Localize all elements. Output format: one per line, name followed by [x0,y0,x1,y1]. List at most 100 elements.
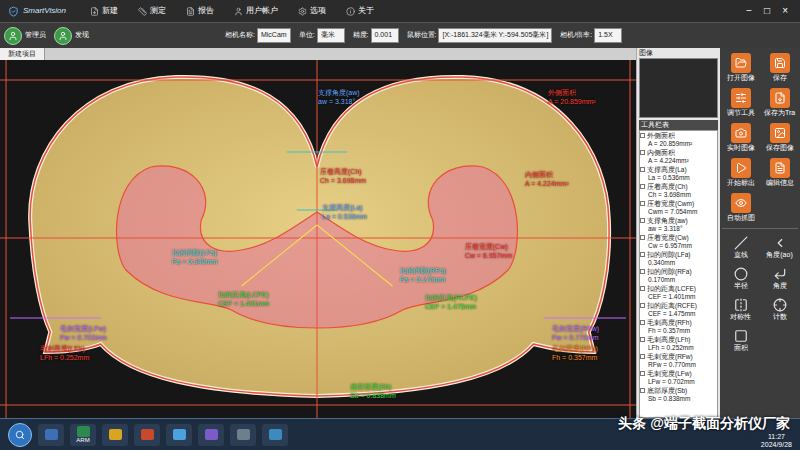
item-checkbox[interactable] [640,303,645,308]
item-checkbox[interactable] [640,167,645,172]
tool-list-item[interactable]: 毛刺宽度(RFw)RFw = 0.770mm [640,352,717,369]
window-control-button[interactable]: □ [764,6,770,16]
item-checkbox[interactable] [640,269,645,274]
measurement-label[interactable]: 支撑角度(aw)aw = 3.318° [318,88,360,106]
tool-list-item[interactable]: 扣的间隙(LFa)0.340mm [640,250,717,267]
action-button[interactable]: 保存 [761,51,798,84]
field-value[interactable]: MicCam [257,28,291,43]
measurement-label[interactable]: 扣的距离(RCFE)CEF = 1.475mm [425,293,477,311]
measurement-label[interactable]: 毛刺宽度(LFw)Fw = 0.702mm [60,324,107,342]
field-value[interactable]: 毫米 [317,28,345,43]
window-control-button[interactable]: × [782,6,788,16]
action-button[interactable]: 实时图像 [722,121,759,154]
tool-list-item[interactable]: 内侧面积A = 4.224mm² [640,148,717,165]
tool-icon [773,267,787,281]
toolbar-field: 相机名称:MicCam [225,28,291,43]
taskbar-app[interactable] [166,424,192,446]
item-checkbox[interactable] [640,337,645,342]
tool-list-item[interactable]: 扣的距离(RCFE)CEF = 1.475mm [640,301,717,318]
measurement-canvas[interactable]: 支撑角度(aw)aw = 3.318° 外侧面积A = 20.859mm² 内侧面积… [0,60,636,418]
measurement-label[interactable]: 外侧面积A = 20.859mm² [548,88,596,106]
item-checkbox[interactable] [640,252,645,257]
measure-tool-button[interactable]: 计数 [761,295,798,324]
measurement-label[interactable]: 扣的距离(LCFE)CEF = 1.401mm [218,290,269,308]
clock: 11:272024/9/28 [761,433,792,450]
taskbar-app[interactable] [230,424,256,446]
tool-list-item[interactable]: 毛刺高度(RFh)Fh = 0.357mm [640,318,717,335]
menu-item[interactable]: 新建 [86,5,122,17]
taskbar-app[interactable] [102,424,128,446]
measurement-label[interactable]: 扣的间隙(LFa)Fa = 0.340mm [172,248,217,266]
action-button[interactable]: 编辑信息 [761,156,798,189]
measure-tool-button[interactable]: 角度(ao) [761,233,798,262]
item-checkbox[interactable] [640,371,645,376]
action-button[interactable]: 开始标出 [722,156,759,189]
tool-list-item[interactable]: 压着高度(Ch)Ch = 3.698mm [640,182,717,199]
action-icon [735,197,747,209]
tool-list-item[interactable]: 扣的间隙(RFa)0.170mm [640,267,717,284]
item-checkbox[interactable] [640,354,645,359]
toolbar-field: 鼠标位置:[X:-1861.324毫米 Y:-594.505毫米] [407,28,553,43]
action-button[interactable]: 自动抓图 [722,191,759,224]
measure-tool-button[interactable]: 直线 [722,233,759,262]
item-checkbox[interactable] [640,133,645,138]
item-checkbox[interactable] [640,286,645,291]
menu-item[interactable]: 测定 [134,5,170,17]
user-icon [8,31,18,41]
measurement-label[interactable]: 支撑高度(La)La = 0.536mm [322,203,367,221]
measurement-label[interactable]: 毛刺宽度(RFw)Fw = 0.770mm [552,324,599,342]
action-button[interactable]: 保存图像 [761,121,798,154]
measure-tool-button[interactable]: 对称性 [722,295,759,324]
measurement-label[interactable]: 内侧面积A = 4.224mm² [525,170,569,188]
item-checkbox[interactable] [640,218,645,223]
field-value[interactable]: 1.5X [594,28,622,43]
action-icon [774,127,786,139]
tool-list-item[interactable]: 支撑角度(aw)aw = 3.318° [640,216,717,233]
tab[interactable]: 新建项目 [0,48,45,60]
measurement-label[interactable]: 底部厚度(Sb)Sb = 0.838mm [350,382,396,400]
measurement-label[interactable]: 毛刺高度(LFh)LFh = 0.252mm [40,344,89,362]
measurement-label[interactable]: 毛刺高度(RFh)Fh = 0.357mm [552,344,598,362]
toolbar-button[interactable]: 管理员 [4,27,46,45]
tool-list-item[interactable]: 毛刺宽度(LFw)LFw = 0.702mm [640,369,717,386]
tool-grid: 直线角度(ao)半径角度对称性计数面积 [722,233,798,355]
menu-item[interactable]: 关于 [342,5,378,17]
taskbar-app[interactable] [38,424,64,446]
action-button[interactable]: 保存为Tra [761,86,798,119]
action-button[interactable]: 调节工具 [722,86,759,119]
item-checkbox[interactable] [640,320,645,325]
item-checkbox[interactable] [640,201,645,206]
toolbar-button[interactable]: 发现 [54,27,89,45]
field-value[interactable]: [X:-1861.324毫米 Y:-594.505毫米] [438,28,552,43]
item-checkbox[interactable] [640,184,645,189]
logo-icon [8,6,19,17]
menu-item[interactable]: 用户帐户 [230,5,282,17]
taskbar-app[interactable]: ARM [70,424,96,446]
tool-list-item[interactable]: 扣的距离(LCFE)CEF = 1.401mm [640,284,717,301]
start-button[interactable] [8,423,32,447]
measure-tool-button[interactable]: 半径 [722,264,759,293]
tool-list-item[interactable]: 支撑高度(La)La = 0.536mm [640,165,717,182]
field-value[interactable]: 0.001 [371,28,399,43]
tool-list-item[interactable]: 毛刺高度(LFh)LFh = 0.252mm [640,335,717,352]
measure-tool-button[interactable]: 面积 [722,326,759,355]
item-checkbox[interactable] [640,388,645,393]
measure-tool-button[interactable]: 角度 [761,264,798,293]
clock-time: 11:27 [768,433,785,441]
menu-item[interactable]: 报告 [182,5,218,17]
measurement-label[interactable]: 压着宽度(Cw)Cw = 6.957mm [465,242,512,260]
item-checkbox[interactable] [640,235,645,240]
window-control-button[interactable]: − [746,6,752,16]
taskbar-app[interactable] [134,424,160,446]
measurement-label[interactable]: 扣的间隙(RFa)Fa = 0.170mm [400,266,446,284]
tool-list-item[interactable]: 外侧面积A = 20.859mm² [640,131,717,148]
tool-list-item[interactable]: 压着宽度(Cwm)Cwm = 7.054mm [640,199,717,216]
measurement-label[interactable]: 压着高度(Ch)Ch = 3.698mm [320,167,366,185]
tool-list-item[interactable]: 底部厚度(Sb)Sb = 0.838mm [640,386,717,403]
menu-item[interactable]: 选项 [294,5,330,17]
tool-list-item[interactable]: 压着宽度(Cw)Cw = 6.957mm [640,233,717,250]
action-button[interactable]: 打开图像 [722,51,759,84]
item-checkbox[interactable] [640,150,645,155]
taskbar-app[interactable] [198,424,224,446]
taskbar-app[interactable] [262,424,288,446]
